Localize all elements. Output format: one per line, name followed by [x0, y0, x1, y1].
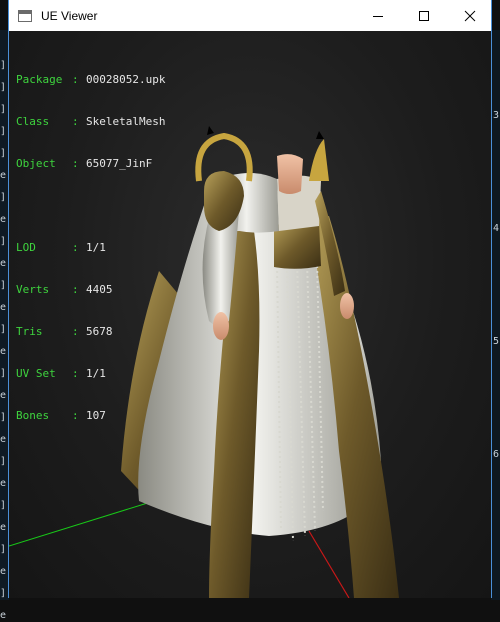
bone-marker	[207, 126, 214, 135]
minimize-icon	[373, 15, 383, 17]
left-hand	[213, 312, 229, 340]
3d-viewport[interactable]: Package:00028052.upk Class: SkeletalMesh …	[9, 31, 491, 598]
gold-right-ornament	[309, 139, 329, 181]
close-button[interactable]	[447, 0, 493, 31]
info-row-class: Class: SkeletalMesh	[16, 115, 166, 128]
background-glyph: 6	[492, 449, 499, 460]
info-row-object: Object:65077_JinF	[16, 157, 153, 170]
background-glyph: 3	[492, 110, 499, 121]
title-bar[interactable]: UE Viewer	[9, 0, 491, 31]
ue-viewer-window: UE Viewer Package: 00028052.upk Class:…	[8, 0, 492, 598]
neck	[277, 154, 303, 194]
right-hand	[340, 293, 354, 319]
window-title: UE Viewer	[41, 8, 98, 23]
info-row-verts: Verts:4405	[16, 283, 113, 296]
maximize-button[interactable]	[401, 0, 447, 31]
close-icon	[464, 10, 476, 21]
mesh-info-overlay: Package:00028052.upk Class: SkeletalMesh …	[16, 45, 165, 451]
background-glyph: 4	[492, 223, 499, 234]
z-axis-line	[9, 500, 155, 547]
minimize-button[interactable]	[355, 0, 401, 31]
info-row-bones: Bones:107	[16, 409, 106, 422]
x-axis-line	[308, 530, 350, 598]
background-glyph: 5	[492, 336, 499, 347]
background-app-right-edge: 3 4 5 6	[491, 30, 500, 600]
background-glyph: e	[0, 610, 7, 621]
info-row-uvset: UV Set:1/1	[16, 367, 106, 380]
maximize-icon	[419, 10, 429, 21]
info-row-package: Package:00028052.upk	[16, 73, 166, 86]
info-row-tris: Tris:5678	[16, 325, 113, 338]
app-window-icon[interactable]	[18, 9, 32, 22]
bone-marker	[316, 131, 324, 139]
info-row-lod: LOD:1/1	[16, 241, 106, 254]
